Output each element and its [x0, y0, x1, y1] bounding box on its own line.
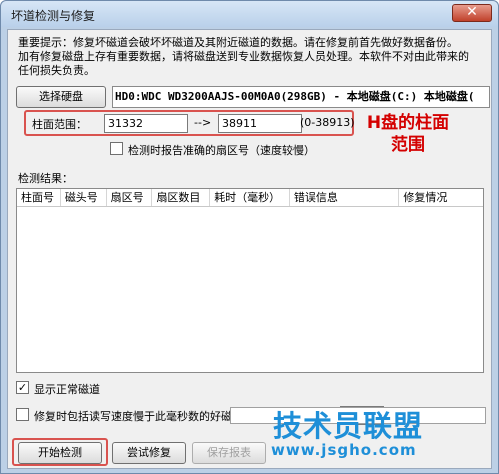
disk-info-display: HD0:WDC WD3200AAJS-00M0A0(298GB) - 本地磁盘(… [112, 86, 490, 108]
watermark-url: www.jsgho.com [271, 441, 417, 459]
column-header[interactable]: 错误信息 [290, 189, 400, 206]
range-arrow: --> [194, 116, 212, 129]
disk-repair-window: 坏道检测与修复 ✕ 重要提示：修复坏磁道会破坏坏磁道及其附近磁道的数据。请在修复… [0, 0, 499, 474]
column-header[interactable]: 磁头号 [61, 189, 107, 206]
save-report-button[interactable]: 保存报表 [192, 442, 266, 464]
column-header[interactable]: 耗时（毫秒） [210, 189, 290, 206]
select-disk-button[interactable]: 选择硬盘 [16, 86, 106, 108]
notice-line-2: 加有修复磁盘上存有重要数据，请将磁盘送到专业数据恢复人员处理。本软件不对由此带来… [18, 50, 469, 63]
show-normal-checkbox[interactable]: ✓ [16, 381, 29, 394]
notice-line-3: 任何损失负责。 [18, 64, 95, 77]
column-header[interactable]: 扇区号 [107, 189, 153, 206]
cylinder-range-label: 柱面范围： [32, 118, 87, 131]
notice-line-1: 重要提示：修复坏磁道会破坏坏磁道及其附近磁道的数据。请在修复前首先做好数据备份。 [18, 36, 458, 49]
column-header[interactable]: 柱面号 [17, 189, 61, 206]
cylinder-to-input[interactable]: 38911 [218, 114, 302, 133]
column-header[interactable]: 修复情况 [399, 189, 483, 206]
try-repair-button[interactable]: 尝试修复 [112, 442, 186, 464]
window-title: 坏道检测与修复 [11, 9, 96, 23]
results-label: 检测结果： [18, 172, 73, 185]
start-detect-button[interactable]: 开始检测 [18, 442, 102, 464]
column-header[interactable]: 扇区数目 [152, 189, 211, 206]
title-bar[interactable]: 坏道检测与修复 ✕ [1, 1, 498, 27]
watermark-logo-text: 技术员联盟 [273, 409, 424, 443]
report-sector-label: 检测时报告准确的扇区号（速度较慢） [128, 144, 315, 157]
repair-slow-checkbox[interactable] [16, 408, 29, 421]
cylinder-max-range: (0-38913) [300, 116, 355, 129]
cylinder-from-input[interactable]: 31332 [104, 114, 188, 133]
results-table[interactable]: 柱面号 磁头号 扇区号 扇区数目 耗时（毫秒） 错误信息 修复情况 [16, 188, 484, 373]
results-table-header: 柱面号 磁头号 扇区号 扇区数目 耗时（毫秒） 错误信息 修复情况 [17, 189, 483, 207]
close-button[interactable]: ✕ [452, 4, 492, 22]
show-normal-label: 显示正常磁道 [34, 383, 100, 396]
report-sector-checkbox[interactable] [110, 142, 123, 155]
annotation-text: H盘的柱面范围 [366, 113, 450, 155]
notice-text: 重要提示：修复坏磁道会破坏坏磁道及其附近磁道的数据。请在修复前首先做好数据备份。… [18, 36, 488, 78]
